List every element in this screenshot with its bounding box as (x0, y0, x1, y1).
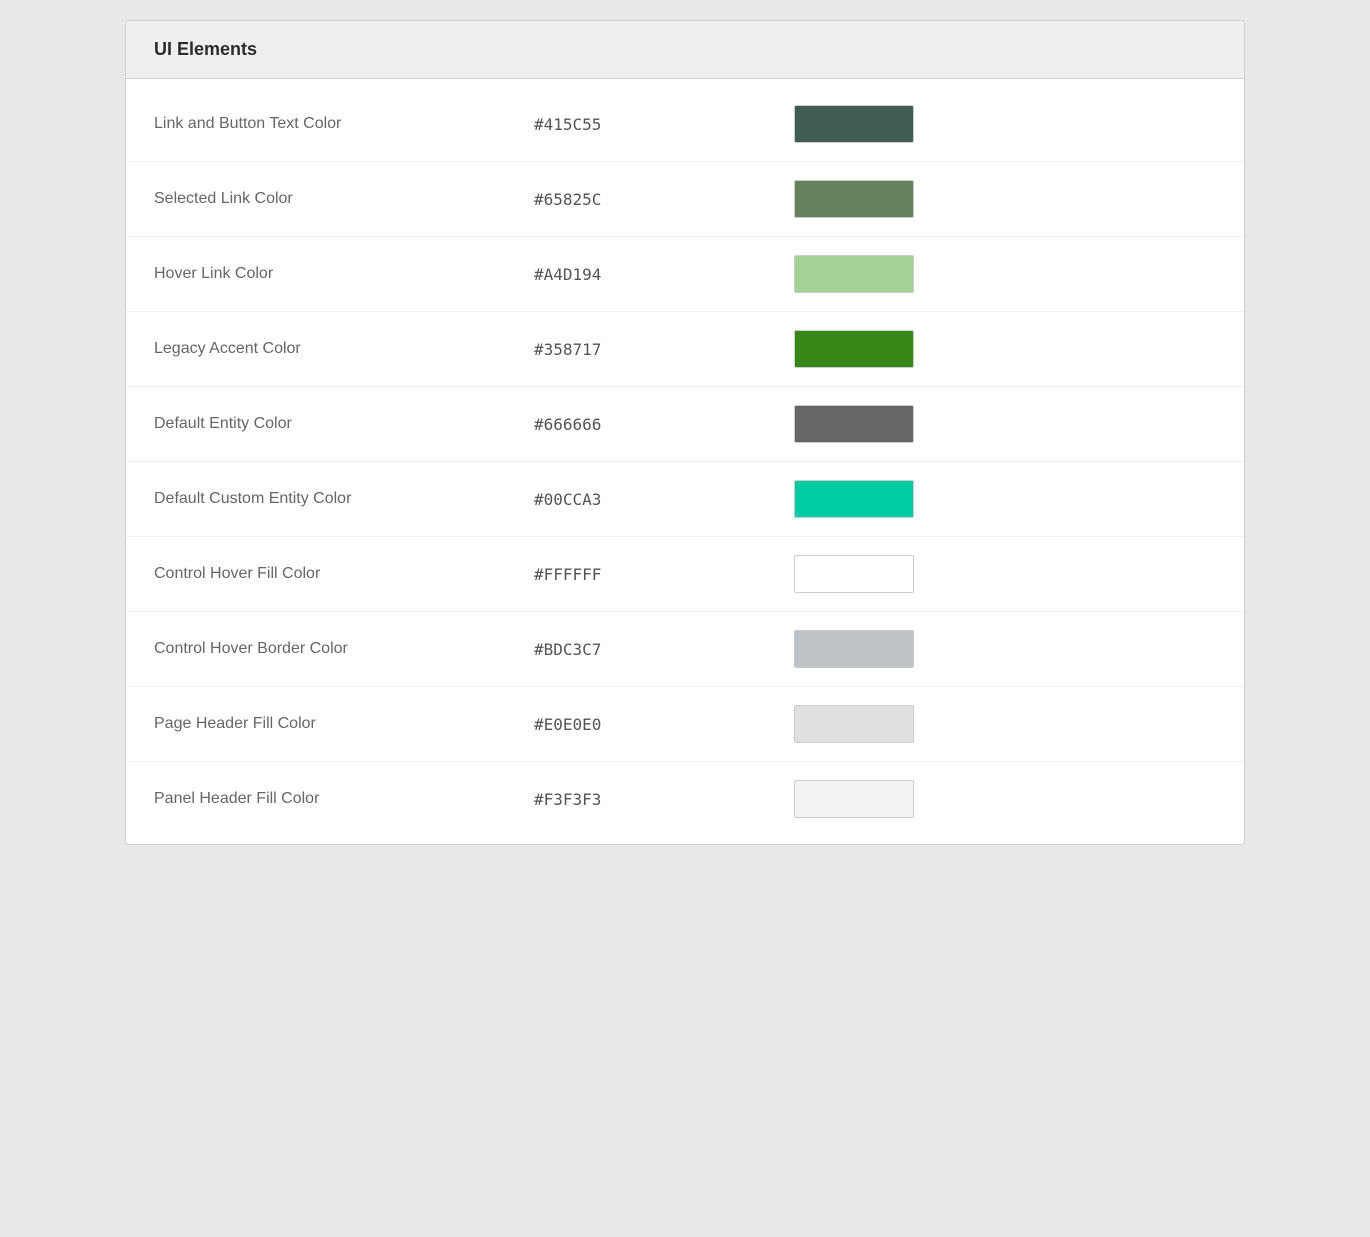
color-swatch[interactable] (794, 180, 914, 218)
panel-header: UI Elements (126, 21, 1244, 79)
color-swatch[interactable] (794, 255, 914, 293)
color-hex-value: #415C55 (534, 115, 794, 134)
color-swatch[interactable] (794, 405, 914, 443)
color-row[interactable]: Page Header Fill Color#E0E0E0 (126, 687, 1244, 762)
color-row[interactable]: Default Entity Color#666666 (126, 387, 1244, 462)
color-hex-value: #00CCA3 (534, 490, 794, 509)
color-list: Link and Button Text Color#415C55Selecte… (126, 79, 1244, 844)
color-hex-value: #666666 (534, 415, 794, 434)
color-label: Default Entity Color (154, 415, 534, 433)
panel-title: UI Elements (154, 39, 257, 59)
color-row[interactable]: Default Custom Entity Color#00CCA3 (126, 462, 1244, 537)
color-label: Default Custom Entity Color (154, 490, 534, 508)
color-label: Link and Button Text Color (154, 115, 534, 133)
color-label: Hover Link Color (154, 265, 534, 283)
color-row[interactable]: Control Hover Border Color#BDC3C7 (126, 612, 1244, 687)
color-hex-value: #F3F3F3 (534, 790, 794, 809)
color-swatch[interactable] (794, 480, 914, 518)
color-hex-value: #65825C (534, 190, 794, 209)
color-swatch[interactable] (794, 555, 914, 593)
color-row[interactable]: Control Hover Fill Color#FFFFFF (126, 537, 1244, 612)
color-swatch[interactable] (794, 330, 914, 368)
color-label: Control Hover Border Color (154, 640, 534, 658)
color-swatch[interactable] (794, 630, 914, 668)
color-row[interactable]: Selected Link Color#65825C (126, 162, 1244, 237)
color-label: Control Hover Fill Color (154, 565, 534, 583)
color-row[interactable]: Link and Button Text Color#415C55 (126, 87, 1244, 162)
color-swatch[interactable] (794, 105, 914, 143)
color-row[interactable]: Panel Header Fill Color#F3F3F3 (126, 762, 1244, 836)
color-swatch[interactable] (794, 705, 914, 743)
color-label: Page Header Fill Color (154, 715, 534, 733)
color-swatch[interactable] (794, 780, 914, 818)
color-hex-value: #358717 (534, 340, 794, 359)
color-hex-value: #E0E0E0 (534, 715, 794, 734)
color-label: Legacy Accent Color (154, 340, 534, 358)
color-row[interactable]: Legacy Accent Color#358717 (126, 312, 1244, 387)
color-hex-value: #A4D194 (534, 265, 794, 284)
color-hex-value: #BDC3C7 (534, 640, 794, 659)
color-row[interactable]: Hover Link Color#A4D194 (126, 237, 1244, 312)
color-label: Selected Link Color (154, 190, 534, 208)
ui-elements-panel: UI Elements Link and Button Text Color#4… (125, 20, 1245, 845)
color-label: Panel Header Fill Color (154, 790, 534, 808)
color-hex-value: #FFFFFF (534, 565, 794, 584)
